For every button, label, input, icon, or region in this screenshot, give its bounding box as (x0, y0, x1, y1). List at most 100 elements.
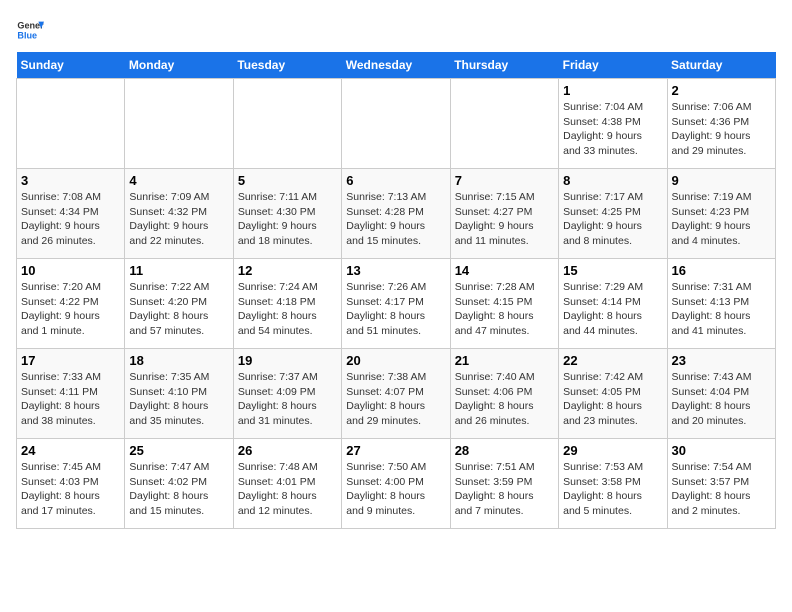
calendar-cell: 24 Sunrise: 7:45 AM Sunset: 4:03 PM Dayli… (17, 439, 125, 529)
calendar-cell (342, 79, 450, 169)
weekday-header-sunday: Sunday (17, 52, 125, 79)
day-number: 14 (455, 263, 554, 278)
day-number: 29 (563, 443, 662, 458)
logo-icon: General Blue (16, 16, 44, 44)
weekday-header-tuesday: Tuesday (233, 52, 341, 79)
day-info: Sunrise: 7:51 AM Sunset: 3:59 PM Dayligh… (455, 460, 554, 519)
svg-text:Blue: Blue (17, 30, 37, 40)
calendar-body: 1Sunrise: 7:04 AM Sunset: 4:38 PM Daylig… (17, 79, 776, 529)
calendar-cell: 6Sunrise: 7:13 AM Sunset: 4:28 PM Daylig… (342, 169, 450, 259)
calendar-cell: 27 Sunrise: 7:50 AM Sunset: 4:00 PM Dayli… (342, 439, 450, 529)
calendar-week-1: 3 Sunrise: 7:08 AM Sunset: 4:34 PM Daylig… (17, 169, 776, 259)
day-info: Sunrise: 7:28 AM Sunset: 4:15 PM Dayligh… (455, 280, 554, 339)
day-info: Sunrise: 7:11 AM Sunset: 4:30 PM Dayligh… (238, 190, 337, 249)
day-number: 11 (129, 263, 228, 278)
calendar-cell: 14 Sunrise: 7:28 AM Sunset: 4:15 PM Dayli… (450, 259, 558, 349)
calendar-cell (233, 79, 341, 169)
calendar-cell: 9 Sunrise: 7:19 AM Sunset: 4:23 PM Daylig… (667, 169, 775, 259)
day-number: 24 (21, 443, 120, 458)
calendar-week-2: 10Sunrise: 7:20 AM Sunset: 4:22 PM Dayli… (17, 259, 776, 349)
day-number: 15 (563, 263, 662, 278)
day-info: Sunrise: 7:26 AM Sunset: 4:17 PM Dayligh… (346, 280, 445, 339)
day-info: Sunrise: 7:09 AM Sunset: 4:32 PM Dayligh… (129, 190, 228, 249)
day-info: Sunrise: 7:20 AM Sunset: 4:22 PM Dayligh… (21, 280, 120, 339)
day-number: 25 (129, 443, 228, 458)
day-info: Sunrise: 7:48 AM Sunset: 4:01 PM Dayligh… (238, 460, 337, 519)
weekday-header-friday: Friday (559, 52, 667, 79)
day-info: Sunrise: 7:13 AM Sunset: 4:28 PM Dayligh… (346, 190, 445, 249)
day-info: Sunrise: 7:06 AM Sunset: 4:36 PM Dayligh… (672, 100, 771, 159)
day-info: Sunrise: 7:17 AM Sunset: 4:25 PM Dayligh… (563, 190, 662, 249)
day-number: 28 (455, 443, 554, 458)
day-number: 27 (346, 443, 445, 458)
calendar-cell: 7 Sunrise: 7:15 AM Sunset: 4:27 PM Daylig… (450, 169, 558, 259)
calendar-cell: 5 Sunrise: 7:11 AM Sunset: 4:30 PM Daylig… (233, 169, 341, 259)
day-number: 8 (563, 173, 662, 188)
day-info: Sunrise: 7:33 AM Sunset: 4:11 PM Dayligh… (21, 370, 120, 429)
weekday-header-saturday: Saturday (667, 52, 775, 79)
day-number: 9 (672, 173, 771, 188)
calendar-week-4: 24 Sunrise: 7:45 AM Sunset: 4:03 PM Dayli… (17, 439, 776, 529)
day-number: 22 (563, 353, 662, 368)
calendar-cell: 28 Sunrise: 7:51 AM Sunset: 3:59 PM Dayli… (450, 439, 558, 529)
day-number: 12 (238, 263, 337, 278)
weekday-header-wednesday: Wednesday (342, 52, 450, 79)
day-info: Sunrise: 7:15 AM Sunset: 4:27 PM Dayligh… (455, 190, 554, 249)
weekday-row: SundayMondayTuesdayWednesdayThursdayFrid… (17, 52, 776, 79)
day-number: 30 (672, 443, 771, 458)
day-info: Sunrise: 7:38 AM Sunset: 4:07 PM Dayligh… (346, 370, 445, 429)
day-number: 20 (346, 353, 445, 368)
calendar-cell: 11 Sunrise: 7:22 AM Sunset: 4:20 PM Dayli… (125, 259, 233, 349)
day-number: 17 (21, 353, 120, 368)
calendar-table: SundayMondayTuesdayWednesdayThursdayFrid… (16, 52, 776, 529)
day-info: Sunrise: 7:47 AM Sunset: 4:02 PM Dayligh… (129, 460, 228, 519)
calendar-cell (450, 79, 558, 169)
calendar-cell: 16 Sunrise: 7:31 AM Sunset: 4:13 PM Dayli… (667, 259, 775, 349)
day-number: 3 (21, 173, 120, 188)
day-number: 18 (129, 353, 228, 368)
calendar-cell: 25 Sunrise: 7:47 AM Sunset: 4:02 PM Dayli… (125, 439, 233, 529)
calendar-cell: 17 Sunrise: 7:33 AM Sunset: 4:11 PM Dayli… (17, 349, 125, 439)
day-info: Sunrise: 7:31 AM Sunset: 4:13 PM Dayligh… (672, 280, 771, 339)
calendar-cell: 1Sunrise: 7:04 AM Sunset: 4:38 PM Daylig… (559, 79, 667, 169)
day-number: 5 (238, 173, 337, 188)
day-info: Sunrise: 7:53 AM Sunset: 3:58 PM Dayligh… (563, 460, 662, 519)
day-number: 7 (455, 173, 554, 188)
day-number: 13 (346, 263, 445, 278)
calendar-header: SundayMondayTuesdayWednesdayThursdayFrid… (17, 52, 776, 79)
day-info: Sunrise: 7:50 AM Sunset: 4:00 PM Dayligh… (346, 460, 445, 519)
day-number: 23 (672, 353, 771, 368)
calendar-cell: 10Sunrise: 7:20 AM Sunset: 4:22 PM Dayli… (17, 259, 125, 349)
calendar-cell (125, 79, 233, 169)
day-info: Sunrise: 7:40 AM Sunset: 4:06 PM Dayligh… (455, 370, 554, 429)
day-info: Sunrise: 7:43 AM Sunset: 4:04 PM Dayligh… (672, 370, 771, 429)
calendar-cell (17, 79, 125, 169)
day-info: Sunrise: 7:24 AM Sunset: 4:18 PM Dayligh… (238, 280, 337, 339)
calendar-cell: 22Sunrise: 7:42 AM Sunset: 4:05 PM Dayli… (559, 349, 667, 439)
day-info: Sunrise: 7:35 AM Sunset: 4:10 PM Dayligh… (129, 370, 228, 429)
calendar-cell: 30 Sunrise: 7:54 AM Sunset: 3:57 PM Dayli… (667, 439, 775, 529)
day-number: 16 (672, 263, 771, 278)
calendar-cell: 13 Sunrise: 7:26 AM Sunset: 4:17 PM Dayli… (342, 259, 450, 349)
header: General Blue (16, 16, 776, 44)
calendar-cell: 12 Sunrise: 7:24 AM Sunset: 4:18 PM Dayli… (233, 259, 341, 349)
day-number: 19 (238, 353, 337, 368)
page-container: General Blue SundayMondayTuesdayWednesda… (16, 16, 776, 529)
calendar-cell: 15 Sunrise: 7:29 AM Sunset: 4:14 PM Dayli… (559, 259, 667, 349)
day-number: 21 (455, 353, 554, 368)
day-number: 26 (238, 443, 337, 458)
day-info: Sunrise: 7:19 AM Sunset: 4:23 PM Dayligh… (672, 190, 771, 249)
calendar-week-3: 17 Sunrise: 7:33 AM Sunset: 4:11 PM Dayli… (17, 349, 776, 439)
calendar-cell: 21 Sunrise: 7:40 AM Sunset: 4:06 PM Dayli… (450, 349, 558, 439)
day-info: Sunrise: 7:29 AM Sunset: 4:14 PM Dayligh… (563, 280, 662, 339)
day-info: Sunrise: 7:08 AM Sunset: 4:34 PM Dayligh… (21, 190, 120, 249)
calendar-cell: 26 Sunrise: 7:48 AM Sunset: 4:01 PM Dayli… (233, 439, 341, 529)
day-info: Sunrise: 7:22 AM Sunset: 4:20 PM Dayligh… (129, 280, 228, 339)
day-number: 4 (129, 173, 228, 188)
calendar-cell: 3 Sunrise: 7:08 AM Sunset: 4:34 PM Daylig… (17, 169, 125, 259)
day-info: Sunrise: 7:45 AM Sunset: 4:03 PM Dayligh… (21, 460, 120, 519)
calendar-cell: 29 Sunrise: 7:53 AM Sunset: 3:58 PM Dayli… (559, 439, 667, 529)
calendar-cell: 20 Sunrise: 7:38 AM Sunset: 4:07 PM Dayli… (342, 349, 450, 439)
weekday-header-monday: Monday (125, 52, 233, 79)
day-info: Sunrise: 7:54 AM Sunset: 3:57 PM Dayligh… (672, 460, 771, 519)
